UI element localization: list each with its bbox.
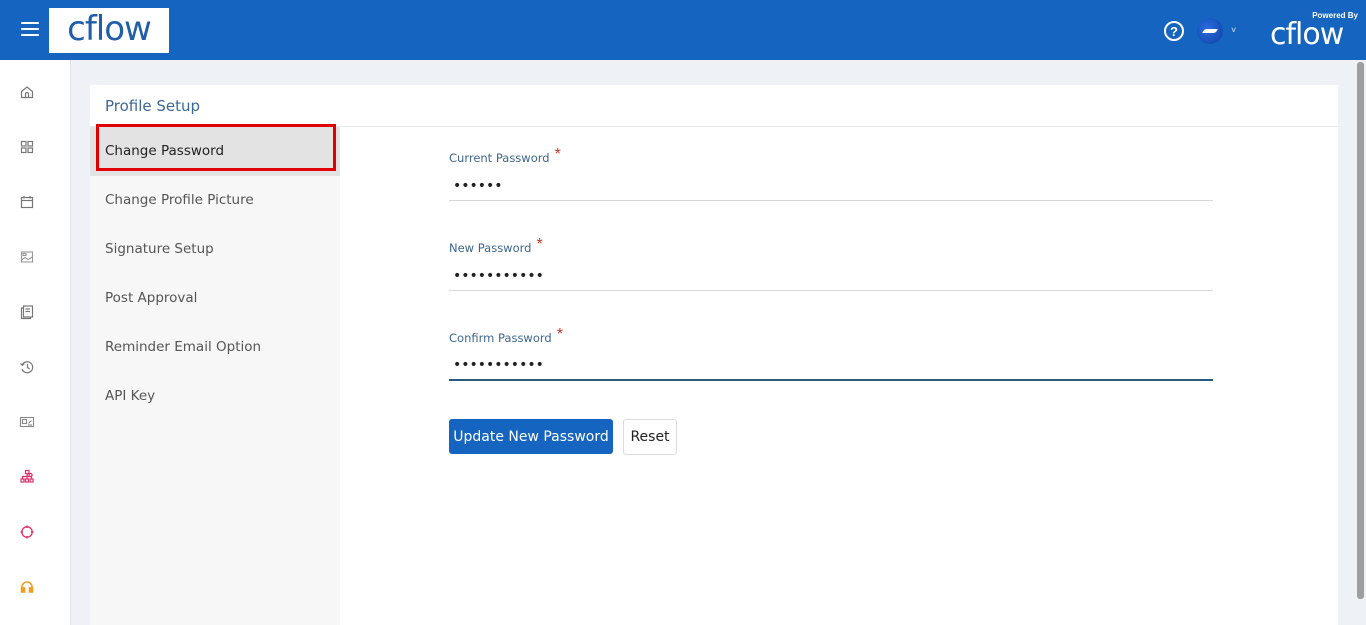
menu-item-api-key[interactable]: API Key xyxy=(90,372,340,421)
update-new-password-button[interactable]: Update New Password xyxy=(449,419,613,454)
workflow-hierarchy-icon[interactable] xyxy=(19,469,35,485)
menu-item-post-approval[interactable]: Post Approval xyxy=(90,274,340,323)
left-icon-rail xyxy=(0,60,71,625)
new-password-field-group: New Password * xyxy=(449,236,1213,291)
confirm-password-input[interactable] xyxy=(449,351,1213,381)
menu-icon[interactable] xyxy=(21,22,39,36)
logo-text: cflow xyxy=(67,8,152,49)
new-password-label: New Password xyxy=(449,241,532,255)
current-password-field-group: Current Password * xyxy=(449,146,1213,201)
menu-item-label: API Key xyxy=(105,388,156,404)
image-report-icon[interactable] xyxy=(19,249,35,265)
profile-setup-menu: Change Password Change Profile Picture S… xyxy=(90,127,340,625)
cflow-logo[interactable]: cflow xyxy=(49,8,169,53)
help-icon[interactable]: ? xyxy=(1164,21,1184,41)
menu-item-change-profile-picture[interactable]: Change Profile Picture xyxy=(90,176,340,225)
menu-item-label: Post Approval xyxy=(105,290,198,306)
required-asterisk: * xyxy=(556,326,563,343)
menu-item-label: Change Password xyxy=(105,143,225,159)
required-asterisk: * xyxy=(554,146,561,163)
home-icon[interactable] xyxy=(19,84,35,100)
current-password-input[interactable] xyxy=(449,171,1213,201)
reset-button[interactable]: Reset xyxy=(623,419,677,455)
dashboard-grid-icon[interactable] xyxy=(19,139,35,155)
page-title: Profile Setup xyxy=(105,97,201,115)
powered-by-cflow-text: cflow xyxy=(1270,17,1344,52)
scrollbar-thumb[interactable] xyxy=(1357,62,1364,599)
menu-item-reminder-email-option[interactable]: Reminder Email Option xyxy=(90,323,340,372)
menu-item-signature-setup[interactable]: Signature Setup xyxy=(90,225,340,274)
required-asterisk: * xyxy=(536,236,543,253)
crosshair-target-icon[interactable] xyxy=(19,524,35,540)
top-navbar: cflow ? ˅ Powered By cflow xyxy=(0,0,1366,60)
powered-by-logo: Powered By cflow xyxy=(1270,6,1362,50)
history-icon[interactable] xyxy=(19,359,35,375)
menu-item-label: Change Profile Picture xyxy=(105,192,254,208)
avatar[interactable] xyxy=(1197,18,1223,44)
current-password-label: Current Password xyxy=(449,151,550,165)
documents-icon[interactable] xyxy=(19,304,35,320)
profile-setup-header: Profile Setup xyxy=(90,85,1338,127)
confirm-password-label: Confirm Password xyxy=(449,331,552,345)
new-password-input[interactable] xyxy=(449,261,1213,291)
page-scrollbar[interactable] xyxy=(1355,60,1366,625)
headset-support-icon[interactable] xyxy=(19,579,35,595)
confirm-password-field-group: Confirm Password * xyxy=(449,326,1213,381)
menu-item-change-password[interactable]: Change Password xyxy=(90,127,340,176)
id-card-icon[interactable] xyxy=(19,414,35,430)
menu-item-label: Signature Setup xyxy=(105,241,214,257)
help-glyph: ? xyxy=(1170,23,1178,39)
menu-item-label: Reminder Email Option xyxy=(105,339,262,355)
calendar-icon[interactable] xyxy=(19,194,35,210)
chevron-down-icon[interactable]: ˅ xyxy=(1231,25,1236,35)
